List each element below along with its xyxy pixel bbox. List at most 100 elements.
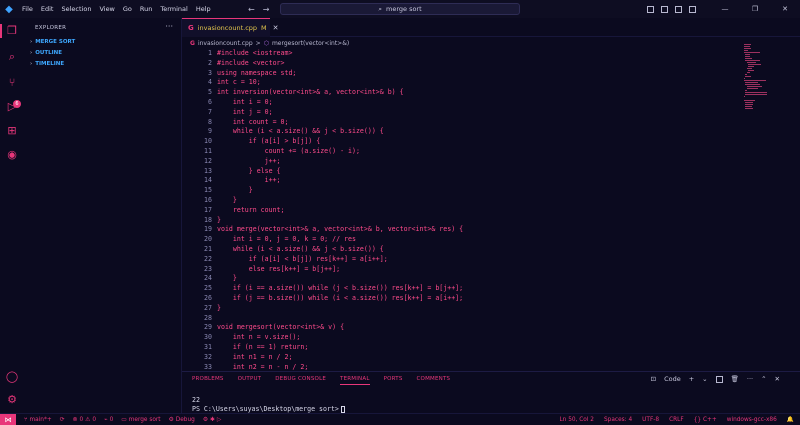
debug-bug-icon[interactable]: ✱: [210, 417, 215, 423]
minimize-button[interactable]: —: [710, 5, 740, 13]
code-line[interactable]: 32 int n1 = n / 2;: [182, 353, 742, 363]
sync-status[interactable]: ⟳: [60, 417, 65, 423]
search-view-icon[interactable]: ⌕: [5, 50, 19, 64]
code-line[interactable]: 12 j++;: [182, 157, 742, 167]
line-ending[interactable]: CRLF: [669, 417, 684, 423]
account-icon[interactable]: ◯: [5, 370, 19, 384]
code-line[interactable]: 16 }: [182, 196, 742, 206]
close-window-button[interactable]: ✕: [770, 5, 800, 13]
tab-invasioncount[interactable]: G invasioncount.cpp M ✕: [182, 18, 279, 37]
problems-status[interactable]: ⊗ 0 ⚠ 0: [73, 417, 96, 423]
menu-edit[interactable]: Edit: [37, 0, 58, 18]
code-line[interactable]: 31 if (n == 1) return;: [182, 343, 742, 353]
code-line[interactable]: 27}: [182, 304, 742, 314]
explorer-files-icon[interactable]: ❐: [5, 24, 19, 38]
code-line[interactable]: 5 int inversion(vector<int>& a, vector<in…: [182, 88, 742, 98]
code-line[interactable]: 6 int i = 0;: [182, 98, 742, 108]
menu-terminal[interactable]: Terminal: [156, 0, 191, 18]
code-line[interactable]: 4 int c = 10;: [182, 78, 742, 88]
code-line[interactable]: 11 count += (a.size() - i);: [182, 147, 742, 157]
forward-arrow-icon[interactable]: →: [263, 5, 270, 14]
source-control-icon[interactable]: ⑂: [5, 76, 19, 90]
run-debug-icon[interactable]: ▷: [5, 100, 19, 114]
encoding[interactable]: UTF-8: [642, 417, 659, 423]
terminal-shell-name[interactable]: Code: [664, 375, 681, 383]
code-line[interactable]: 23 else res[k++] = b[j++];: [182, 265, 742, 275]
build-gear-icon[interactable]: ⚙: [203, 417, 208, 423]
menu-file[interactable]: File: [18, 0, 37, 18]
panel-tab-problems[interactable]: PROBLEMS: [192, 376, 224, 385]
code-line[interactable]: 25 if (i == a.size()) while (j < b.size(…: [182, 284, 742, 294]
code-line[interactable]: 14 i++;: [182, 176, 742, 186]
new-terminal-icon[interactable]: +: [689, 375, 694, 383]
terminal-prompt-line[interactable]: PS C:\Users\suyas\Desktop\merge sort>: [192, 405, 345, 413]
section-timeline[interactable]: › TIMELINE: [30, 61, 64, 67]
code-line[interactable]: 15 }: [182, 186, 742, 196]
settings-gear-icon[interactable]: ⚙: [5, 393, 19, 407]
code-line[interactable]: 18}: [182, 216, 742, 226]
code-line[interactable]: 9 while (i < a.size() && j < b.size()) {: [182, 127, 742, 137]
code-line[interactable]: 30 int n = v.size();: [182, 333, 742, 343]
toggle-panel-icon[interactable]: [661, 5, 668, 13]
folder-status[interactable]: ▭ merge sort: [121, 417, 160, 423]
menu-help[interactable]: Help: [192, 0, 215, 18]
code-line[interactable]: 2 #include <vector>: [182, 59, 742, 69]
kill-terminal-icon[interactable]: 🗑: [731, 375, 739, 383]
section-outline[interactable]: › OUTLINE: [30, 50, 62, 56]
panel-tab-ports[interactable]: PORTS: [384, 376, 403, 385]
code-line[interactable]: 20 int i = 0, j = 0, k = 0; // res: [182, 235, 742, 245]
menu-go[interactable]: Go: [119, 0, 136, 18]
code-line[interactable]: 24 }: [182, 274, 742, 284]
git-lens-icon[interactable]: ◉: [5, 148, 19, 162]
maximize-panel-icon[interactable]: ⌃: [761, 375, 766, 383]
code-line[interactable]: 22 if (a[i] < b[j]) res[k++] = a[i++];: [182, 255, 742, 265]
back-arrow-icon[interactable]: ←: [248, 5, 255, 14]
panel-tab-output[interactable]: OUTPUT: [238, 376, 262, 385]
split-terminal-icon[interactable]: [715, 375, 723, 383]
breadcrumb-symbol[interactable]: mergesort(vector<int>&): [272, 40, 349, 47]
panel-tab-terminal[interactable]: TERMINAL: [340, 376, 370, 385]
customize-layout-icon[interactable]: [689, 5, 696, 13]
code-line[interactable]: 33 int n2 = n - n / 2;: [182, 363, 742, 370]
run-play-icon[interactable]: ▷: [217, 417, 221, 423]
code-line[interactable]: 8 int count = 0;: [182, 118, 742, 128]
code-line[interactable]: 10 if (a[i] > b[j]) {: [182, 137, 742, 147]
close-panel-icon[interactable]: ✕: [775, 375, 780, 383]
more-actions-icon[interactable]: ···: [165, 22, 173, 31]
more-actions-icon[interactable]: ···: [747, 375, 753, 383]
language-mode[interactable]: {} C++: [694, 417, 717, 423]
code-line[interactable]: 21 while (i < a.size() && j < b.size()) …: [182, 245, 742, 255]
code-line[interactable]: 7 int j = 0;: [182, 108, 742, 118]
menu-selection[interactable]: Selection: [57, 0, 95, 18]
close-tab-icon[interactable]: ✕: [273, 24, 279, 32]
code-line[interactable]: 17 return count;: [182, 206, 742, 216]
toggle-secondary-sidebar-icon[interactable]: [675, 5, 682, 13]
minimap[interactable]: [744, 44, 774, 114]
panel-tab-debug-console[interactable]: DEBUG CONSOLE: [275, 376, 326, 385]
debug-status[interactable]: ⚙ Debug: [169, 417, 195, 423]
breadcrumb-file[interactable]: invasioncount.cpp: [198, 40, 253, 47]
extensions-icon[interactable]: ⊞: [5, 124, 19, 138]
menu-view[interactable]: View: [95, 0, 118, 18]
code-line[interactable]: 13 } else {: [182, 167, 742, 177]
code-line[interactable]: 26 if (j == b.size()) while (i < a.size(…: [182, 294, 742, 304]
panel-tab-comments[interactable]: COMMENTS: [417, 376, 451, 385]
code-line[interactable]: 19 void merge(vector<int>& a, vector<int>…: [182, 225, 742, 235]
menu-run[interactable]: Run: [136, 0, 156, 18]
code-line[interactable]: 1 #include <iostream>: [182, 49, 742, 59]
notifications-bell-icon[interactable]: 🔔: [787, 417, 794, 423]
code-line[interactable]: 28: [182, 314, 742, 324]
toggle-primary-sidebar-icon[interactable]: [647, 5, 654, 13]
cursor-position[interactable]: Ln 50, Col 2: [559, 417, 594, 423]
code-editor[interactable]: 1 #include <iostream> 2 #include <vector> 3 u…: [182, 48, 742, 370]
code-line[interactable]: 3 using namespace std;: [182, 69, 742, 79]
code-line[interactable]: 29 void mergesort(vector<int>& v) {: [182, 323, 742, 333]
branch-status[interactable]: ⑂ main*+: [24, 417, 52, 423]
indentation[interactable]: Spaces: 4: [604, 417, 632, 423]
maximize-button[interactable]: ❐: [740, 5, 770, 13]
ports-status[interactable]: ⌁ 0: [104, 417, 113, 423]
dropdown-icon[interactable]: ⌄: [702, 375, 707, 383]
remote-indicator-icon[interactable]: ⋈: [0, 413, 16, 425]
command-center-search[interactable]: ⌕ merge sort: [280, 3, 520, 15]
section-merge-sort[interactable]: › MERGE SORT: [30, 39, 75, 45]
